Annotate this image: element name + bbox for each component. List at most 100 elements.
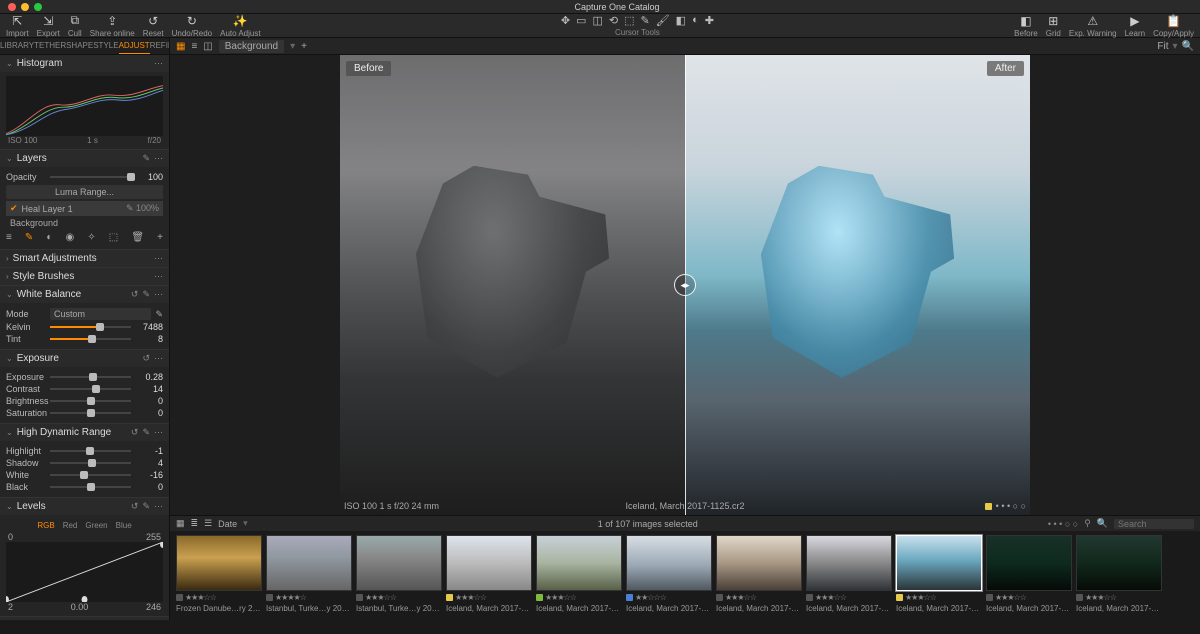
thumbnail[interactable]: ★★★☆☆Iceland, March 2017-1486.dng: [986, 535, 1072, 616]
radial-mask-icon[interactable]: ◉: [66, 232, 75, 243]
copy-apply-button[interactable]: 📋Copy/Apply: [1153, 14, 1194, 38]
reset-button[interactable]: ↺Reset: [143, 14, 164, 38]
thumbnail[interactable]: ★★★☆☆Iceland, March 2017-1125.cr2: [896, 535, 982, 616]
breadcrumb[interactable]: Background: [219, 40, 284, 53]
thumbnail[interactable]: ★★★☆☆Istanbul, Turke…y 2017-78.cr2: [356, 535, 442, 616]
mask-tool[interactable]: ◐: [692, 14, 699, 27]
thumbnail[interactable]: ★★★☆☆Iceland, March 2017-255.cr2: [806, 535, 892, 616]
rotate-tool[interactable]: ⟲: [609, 14, 618, 27]
smart-adjustments-header[interactable]: ›Smart Adjustments⋯: [0, 250, 169, 267]
auto-adjust-button[interactable]: ✨Auto Adjust: [220, 14, 260, 38]
tint-slider[interactable]: [50, 338, 131, 340]
gradient-mask-icon[interactable]: ◐: [46, 232, 52, 243]
filmstrip[interactable]: ★★★☆☆Frozen Danube…ry 2016-8.cr2★★★★☆Ist…: [170, 531, 1200, 620]
panel-menu-icon[interactable]: ⋯: [154, 58, 163, 69]
search-input[interactable]: Search: [1114, 519, 1194, 529]
learn-button[interactable]: ▶Learn: [1125, 14, 1145, 38]
view-grid-icon[interactable]: ▦: [176, 41, 185, 52]
style-brushes-header[interactable]: ›Style Brushes⋯: [0, 268, 169, 285]
layer-row[interactable]: ✔Heal Layer 1✎ 100%: [6, 201, 163, 216]
curve-header[interactable]: ›Curve⋯: [0, 617, 169, 620]
tab-library[interactable]: LIBRARY: [0, 38, 34, 54]
view-split-icon[interactable]: ◫: [203, 41, 212, 52]
filter-rating-icon[interactable]: • • • ○ ○: [1048, 519, 1078, 529]
levels-channel-rgb[interactable]: RGB: [37, 521, 54, 530]
cull-button[interactable]: ⧉Cull: [68, 14, 82, 38]
saturation-slider[interactable]: [50, 412, 131, 414]
tab-adjust[interactable]: ADJUST: [119, 38, 150, 54]
levels-channel-green[interactable]: Green: [85, 521, 107, 530]
levels-channel-red[interactable]: Red: [63, 521, 78, 530]
zoom-icon[interactable]: 🔍: [1182, 41, 1194, 52]
picker-icon[interactable]: ✎: [142, 289, 150, 300]
shadow-slider[interactable]: [50, 462, 131, 464]
before-button[interactable]: ◧Before: [1014, 14, 1038, 38]
add-layer-plus-icon[interactable]: +: [157, 232, 163, 243]
image-filename: Iceland, March 2017-1125.cr2: [626, 501, 745, 511]
tab-style[interactable]: STYLE: [93, 38, 118, 54]
panel-menu-icon[interactable]: ⋯: [154, 153, 163, 164]
cursor-tools-label: Cursor Tools: [615, 28, 660, 37]
share-online-button[interactable]: ⇪Share online: [90, 14, 135, 38]
view-list-icon[interactable]: ≡: [191, 41, 197, 52]
thumbnail[interactable]: ★★★☆☆Iceland, March 2017-1486.cr2: [1076, 535, 1162, 616]
import-button[interactable]: ⇱Import: [6, 14, 29, 38]
kelvin-slider[interactable]: [50, 326, 131, 328]
white-slider[interactable]: [50, 474, 131, 476]
tab-refine[interactable]: REFINE: [150, 38, 170, 54]
undo-redo-button[interactable]: ↻Undo/Redo: [172, 14, 212, 38]
image-viewer[interactable]: ◂▸ Before After ISO 100 1 s f/20 24 mm I…: [170, 55, 1200, 515]
exp-warning-button[interactable]: ⚠Exp. Warning: [1069, 14, 1117, 38]
layer-row[interactable]: Background: [6, 216, 163, 230]
sort-dropdown[interactable]: Date: [218, 519, 237, 529]
minimize-window[interactable]: [21, 3, 29, 11]
levels-channel-blue[interactable]: Blue: [116, 521, 132, 530]
delete-mask-icon[interactable]: 🗑: [131, 232, 144, 243]
rating-dots[interactable]: • • • ○ ○: [996, 501, 1026, 511]
reset-icon[interactable]: ↺: [131, 289, 139, 300]
thumbnail[interactable]: ★★☆☆☆Iceland, March 2017-174.dng: [626, 535, 712, 616]
thumbnail[interactable]: ★★★★☆Istanbul, Turke…y 2017-318.cr2: [266, 535, 352, 616]
levels-graph[interactable]: [6, 542, 163, 602]
crop-tool[interactable]: ◫: [592, 14, 602, 27]
thumbnail[interactable]: ★★★☆☆Frozen Danube…ry 2016-8.cr2: [176, 535, 262, 616]
tab-shape[interactable]: SHAPE: [66, 38, 93, 54]
browser-list-icon[interactable]: ≣: [191, 518, 199, 529]
filter-icon[interactable]: ⚲: [1084, 518, 1091, 529]
highlight-slider[interactable]: [50, 450, 131, 452]
select-tool[interactable]: ▭: [576, 14, 586, 27]
brush-icon[interactable]: ✎: [142, 153, 150, 164]
fit-dropdown[interactable]: Fit: [1157, 41, 1168, 52]
brush-mask-icon[interactable]: ✎: [25, 232, 33, 243]
pan-tool[interactable]: ✥: [561, 14, 570, 27]
exposure-slider[interactable]: [50, 376, 131, 378]
add-layer-icon[interactable]: ≡: [6, 232, 12, 243]
browser-grid-icon[interactable]: ▦: [176, 518, 185, 529]
thumbnail[interactable]: ★★★☆☆Iceland, March 2017-65.dng: [446, 535, 532, 616]
brightness-slider[interactable]: [50, 400, 131, 402]
picker-tool[interactable]: ✎: [640, 14, 649, 27]
maximize-window[interactable]: [34, 3, 42, 11]
grid-button[interactable]: ⊞Grid: [1046, 14, 1061, 38]
close-window[interactable]: [8, 3, 16, 11]
ai-mask-icon[interactable]: ✧: [87, 232, 95, 243]
wb-mode-select[interactable]: Custom: [50, 308, 151, 320]
export-button[interactable]: ⇲Export: [37, 14, 60, 38]
contrast-slider[interactable]: [50, 388, 131, 390]
browser-filmstrip-icon[interactable]: ☰: [204, 518, 212, 529]
eyedropper-icon[interactable]: ✎: [155, 309, 163, 320]
eraser-tool[interactable]: ◧: [676, 14, 686, 27]
heal-tool[interactable]: ✚: [705, 14, 714, 27]
black-slider[interactable]: [50, 486, 131, 488]
luma-range-button[interactable]: Luma Range...: [6, 185, 163, 199]
thumbnail[interactable]: ★★★☆☆Iceland, March 2017-256.cr2: [716, 535, 802, 616]
invert-mask-icon[interactable]: ⬚: [109, 232, 118, 243]
compare-handle[interactable]: ◂▸: [674, 274, 696, 296]
brush-tool[interactable]: 🖌: [656, 14, 670, 27]
opacity-slider[interactable]: [50, 176, 131, 178]
tab-tether[interactable]: TETHER: [34, 38, 66, 54]
keystone-tool[interactable]: ⬚: [624, 14, 634, 27]
hdr-panel: ⌄High Dynamic Range↺✎⋯ Highlight-1Shadow…: [0, 424, 169, 498]
thumbnail[interactable]: ★★★☆☆Iceland, March 2017-105.cr2: [536, 535, 622, 616]
add-variant-icon[interactable]: +: [301, 41, 307, 52]
